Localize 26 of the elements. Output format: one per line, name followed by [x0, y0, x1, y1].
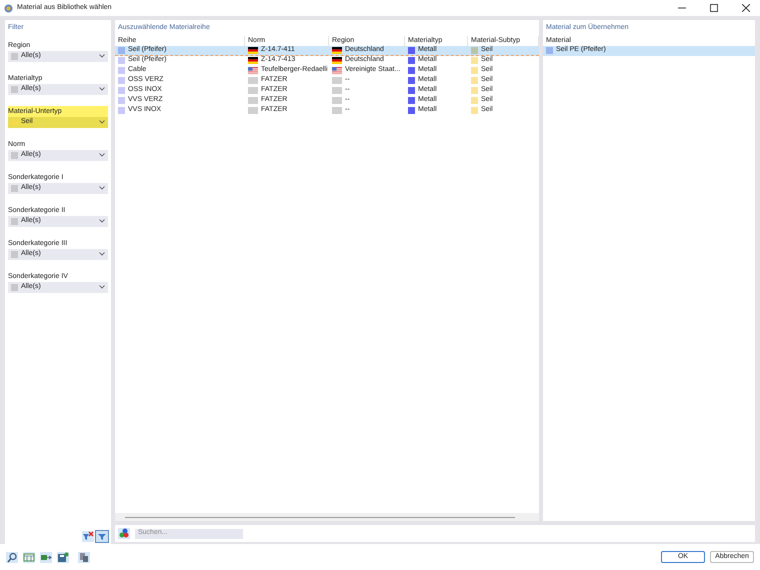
- us-flag-icon: [248, 67, 258, 74]
- clear-filter-icon[interactable]: [82, 531, 94, 542]
- save-icon[interactable]: [57, 552, 69, 562]
- filter-icon[interactable]: [96, 531, 108, 542]
- us-flag-icon: [332, 67, 342, 74]
- chevron-down-icon: [99, 285, 105, 289]
- close-icon[interactable]: [742, 4, 750, 12]
- info-shapes-icon[interactable]: [118, 528, 130, 539]
- german-flag-icon: [332, 57, 342, 64]
- chevron-down-icon: [99, 219, 105, 223]
- maximize-icon[interactable]: [710, 4, 718, 12]
- search-icon[interactable]: [6, 552, 18, 562]
- german-flag-icon: [248, 46, 258, 54]
- chevron-down-icon: [99, 186, 105, 190]
- horizontal-scrollbar[interactable]: [115, 513, 539, 521]
- chevron-down-icon: [99, 54, 105, 58]
- chevron-down-icon: [99, 87, 105, 91]
- chevron-down-icon: [99, 252, 105, 256]
- german-flag-icon: [332, 46, 342, 54]
- chevron-down-icon: [99, 120, 105, 124]
- export-icon[interactable]: [40, 552, 52, 562]
- chevron-down-icon: [99, 153, 105, 157]
- german-flag-icon: [248, 57, 258, 64]
- copy-icon[interactable]: [78, 552, 90, 562]
- table-icon[interactable]: [23, 552, 35, 562]
- app-logo-icon: [4, 4, 13, 12]
